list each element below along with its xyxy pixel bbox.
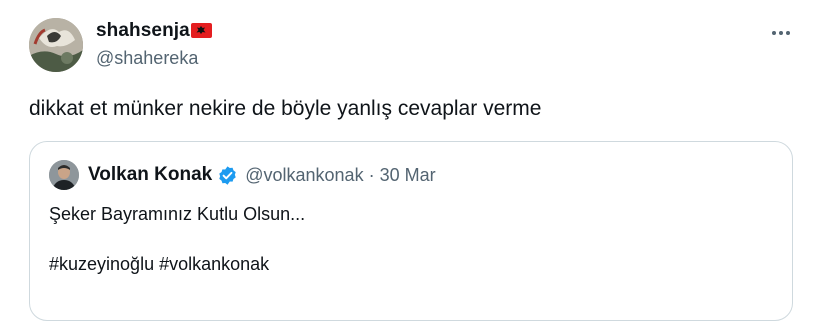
display-name-row: shahsenja [96,19,212,43]
tweet: shahsenja @shahereka dikkat et münker ne… [0,0,815,321]
avatar-image [29,18,83,72]
user-handle[interactable]: @shahereka [96,48,198,69]
quoted-tweet[interactable]: Volkan Konak @volkankonak · 30 Mar Şeker… [29,141,793,321]
tweet-text: dikkat et münker nekire de böyle yanlış … [29,97,542,120]
quoted-user-avatar[interactable] [49,160,79,190]
separator-dot: · [368,164,375,185]
albania-flag-icon [190,22,212,38]
verified-badge-icon [219,165,236,185]
quoted-user-handle[interactable]: @volkankonak [245,165,363,186]
quoted-avatar-image [49,160,79,190]
more-button[interactable] [770,22,792,44]
quoted-tweet-hashtags[interactable]: #kuzeyinoğlu #volkankonak [49,252,269,276]
quoted-tweet-header: Volkan Konak @volkankonak · 30 Mar [88,162,436,188]
quoted-tweet-date[interactable]: 30 Mar [380,165,436,186]
user-avatar[interactable] [29,18,83,72]
more-horizontal-icon [772,31,790,35]
quoted-tweet-text: Şeker Bayramınız Kutlu Olsun... [49,204,306,224]
quoted-display-name[interactable]: Volkan Konak [88,164,212,186]
display-name[interactable]: shahsenja [96,20,190,42]
